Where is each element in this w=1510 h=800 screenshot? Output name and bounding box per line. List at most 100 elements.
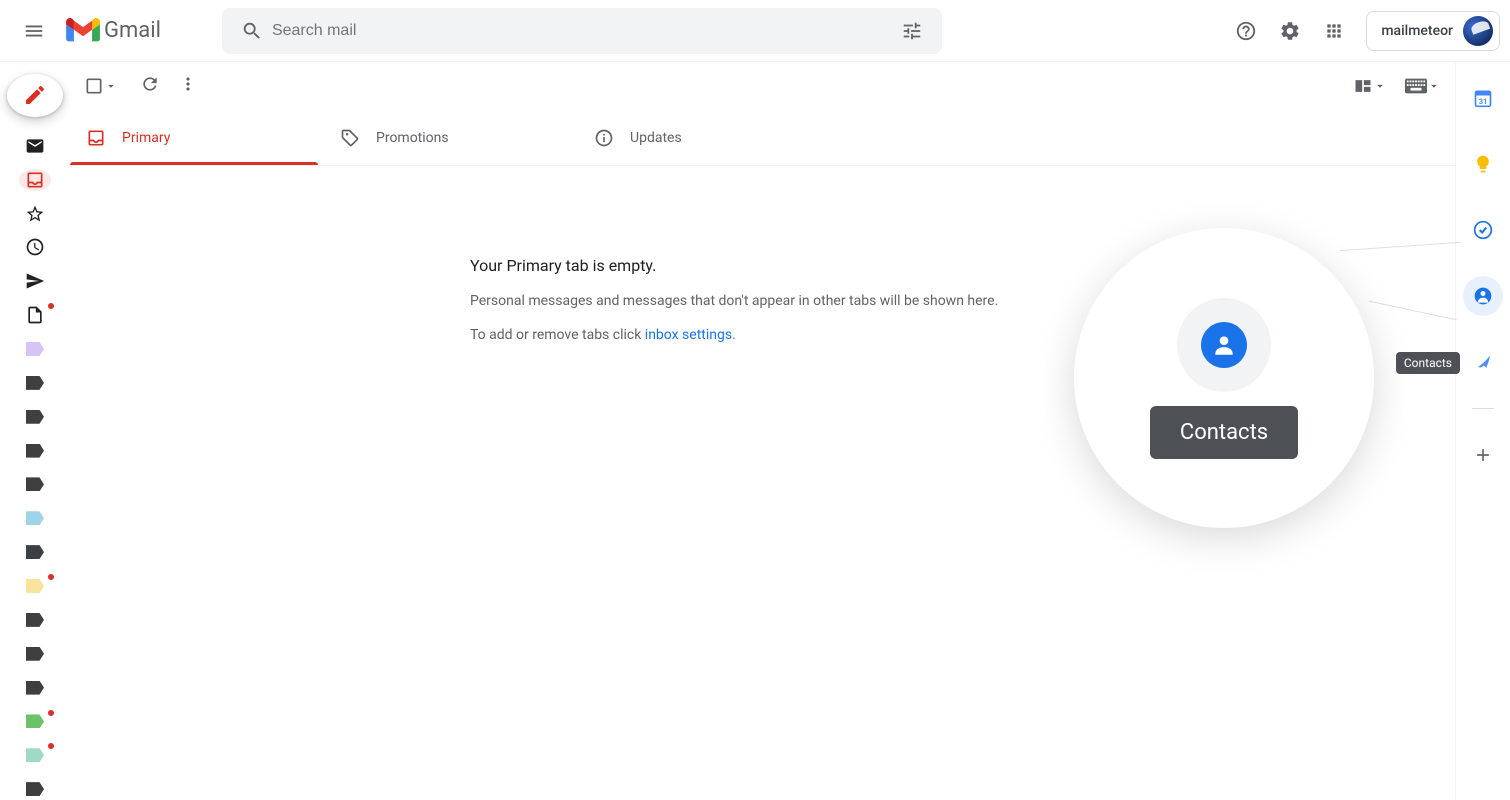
header: Gmail mailmeteor bbox=[0, 0, 1510, 62]
sidebar-item-label-3[interactable] bbox=[19, 406, 51, 428]
inbox-icon bbox=[86, 128, 106, 148]
select-all-checkbox[interactable] bbox=[84, 76, 122, 96]
sidebar-item-label-8[interactable] bbox=[19, 575, 51, 597]
refresh-button[interactable] bbox=[140, 74, 160, 98]
callout-icon-wrap bbox=[1177, 298, 1271, 392]
keyboard-icon bbox=[1405, 78, 1427, 94]
tab-promotions[interactable]: Promotions bbox=[324, 110, 578, 165]
tab-primary[interactable]: Primary bbox=[70, 110, 324, 165]
send-icon bbox=[25, 271, 45, 291]
label-icon bbox=[26, 444, 44, 458]
more-button[interactable] bbox=[178, 74, 198, 98]
calendar-icon: 31 bbox=[1473, 88, 1493, 108]
toolbar bbox=[70, 62, 1455, 110]
sidebar-item-starred[interactable] bbox=[19, 203, 51, 225]
input-tools-button[interactable] bbox=[1405, 78, 1441, 94]
unread-dot bbox=[48, 303, 54, 309]
account-label: mailmeteor bbox=[1381, 23, 1453, 39]
pencil-icon bbox=[23, 83, 47, 107]
avatar bbox=[1463, 16, 1493, 46]
compose-button[interactable] bbox=[7, 74, 63, 117]
gmail-logo-icon bbox=[66, 18, 100, 44]
label-icon bbox=[26, 714, 44, 728]
inbox-icon bbox=[25, 170, 45, 190]
sidepanel-calendar[interactable]: 31 bbox=[1463, 78, 1503, 118]
contacts-tooltip: Contacts bbox=[1396, 352, 1460, 374]
sidebar-item-label-14[interactable] bbox=[19, 778, 51, 800]
checkbox-icon bbox=[84, 76, 104, 96]
gear-icon bbox=[1279, 20, 1301, 42]
star-icon bbox=[25, 204, 45, 224]
search-options-button[interactable] bbox=[892, 20, 932, 42]
plus-icon bbox=[1473, 445, 1493, 465]
sidebar-item-label-1[interactable] bbox=[19, 338, 51, 360]
sidebar-item-sent[interactable] bbox=[19, 270, 51, 292]
sidebar-item-label-4[interactable] bbox=[19, 440, 51, 462]
chevron-down-icon bbox=[1427, 79, 1441, 93]
tab-primary-label: Primary bbox=[122, 130, 170, 146]
split-pane-icon bbox=[1353, 76, 1373, 96]
search-icon[interactable] bbox=[232, 20, 272, 42]
divider bbox=[1472, 408, 1494, 409]
label-icon bbox=[26, 376, 44, 390]
tag-icon bbox=[340, 128, 360, 148]
tune-icon bbox=[901, 20, 923, 42]
info-icon bbox=[594, 128, 614, 148]
account-button[interactable]: mailmeteor bbox=[1366, 11, 1500, 51]
label-icon bbox=[26, 342, 44, 356]
unread-dot bbox=[48, 743, 54, 749]
label-icon bbox=[26, 748, 44, 762]
tab-promotions-label: Promotions bbox=[376, 130, 449, 146]
sidepanel-tasks[interactable] bbox=[1463, 210, 1503, 250]
sidebar-item-snoozed[interactable] bbox=[19, 236, 51, 258]
label-icon bbox=[26, 410, 44, 424]
left-nav bbox=[0, 62, 70, 800]
label-icon bbox=[26, 477, 44, 491]
contacts-icon bbox=[1473, 286, 1493, 306]
apps-grid-icon bbox=[1324, 21, 1344, 41]
label-icon bbox=[26, 782, 44, 796]
sidepanel-contacts[interactable] bbox=[1463, 276, 1503, 316]
sidebar-item-inbox[interactable] bbox=[19, 169, 51, 191]
gmail-logo-text: Gmail bbox=[104, 18, 161, 43]
file-icon bbox=[25, 305, 45, 325]
tasks-icon bbox=[1473, 220, 1493, 240]
label-icon bbox=[26, 613, 44, 627]
tab-updates[interactable]: Updates bbox=[578, 110, 832, 165]
keep-icon bbox=[1473, 154, 1493, 174]
sidepanel-add[interactable] bbox=[1463, 435, 1503, 475]
sidebar-item-label-9[interactable] bbox=[19, 609, 51, 631]
more-vert-icon bbox=[178, 74, 198, 94]
label-icon bbox=[26, 579, 44, 593]
gmail-logo[interactable]: Gmail bbox=[58, 18, 169, 44]
sidebar-item-label-5[interactable] bbox=[19, 474, 51, 496]
contacts-icon bbox=[1201, 322, 1247, 368]
support-button[interactable] bbox=[1226, 11, 1266, 51]
clock-icon bbox=[25, 237, 45, 257]
sidebar-item-label-11[interactable] bbox=[19, 677, 51, 699]
sidepanel-keep[interactable] bbox=[1463, 144, 1503, 184]
settings-button[interactable] bbox=[1270, 11, 1310, 51]
sidebar-item-label-6[interactable] bbox=[19, 507, 51, 529]
label-icon bbox=[26, 681, 44, 695]
sidebar-item-label-13[interactable] bbox=[19, 744, 51, 766]
menu-icon bbox=[23, 20, 45, 42]
chevron-down-icon bbox=[1373, 79, 1387, 93]
tab-updates-label: Updates bbox=[630, 130, 682, 146]
sidebar-item-label-12[interactable] bbox=[19, 711, 51, 733]
sidebar-item-inbox-all[interactable] bbox=[19, 135, 51, 157]
sidebar-item-label-7[interactable] bbox=[19, 541, 51, 563]
search-input[interactable] bbox=[272, 22, 892, 40]
mail-icon bbox=[25, 136, 45, 156]
main-menu-button[interactable] bbox=[10, 7, 58, 55]
sidebar-item-label-2[interactable] bbox=[19, 372, 51, 394]
inbox-settings-link[interactable]: inbox settings bbox=[645, 327, 732, 343]
toggle-split-pane-button[interactable] bbox=[1353, 76, 1387, 96]
category-tabs: Primary Promotions Updates bbox=[70, 110, 1455, 166]
mailmeteor-icon bbox=[1473, 352, 1493, 372]
sidebar-item-drafts[interactable] bbox=[19, 304, 51, 326]
sidepanel-mailmeteor[interactable] bbox=[1463, 342, 1503, 382]
apps-button[interactable] bbox=[1314, 11, 1354, 51]
sidebar-item-label-10[interactable] bbox=[19, 643, 51, 665]
chevron-down-icon bbox=[104, 79, 118, 93]
